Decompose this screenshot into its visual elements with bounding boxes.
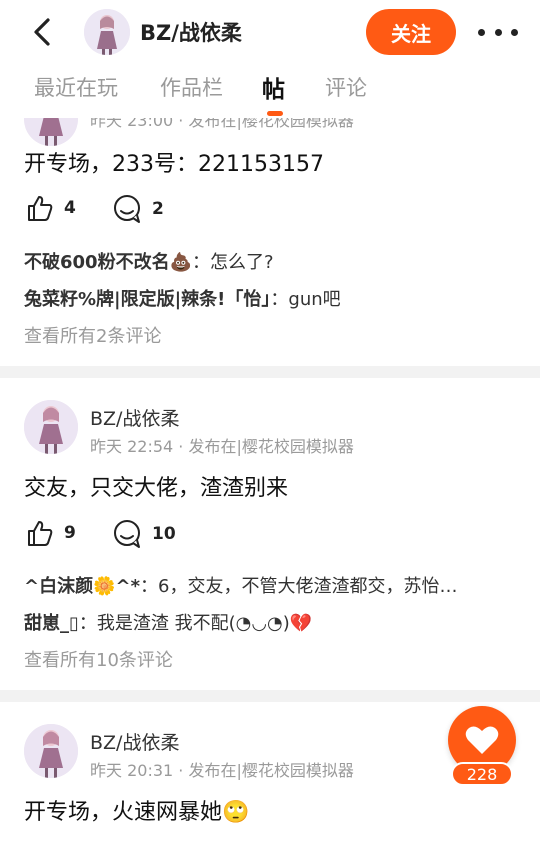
commenter-name[interactable]: 甜崽_▯ xyxy=(24,613,79,634)
like-button[interactable]: 9 xyxy=(26,519,76,547)
tab-works[interactable]: 作品栏 xyxy=(160,72,223,102)
comment-preview[interactable]: 甜崽_▯：我是渣渣 我不配(◔◡◔)💔 xyxy=(24,609,516,635)
post-card[interactable]: 昨天 23:00 · 发布在|樱花校园模拟器 开专场，233号：22115315… xyxy=(0,88,540,368)
post-author-avatar[interactable] xyxy=(24,724,78,778)
thumbs-up-icon xyxy=(28,521,53,546)
commenter-name[interactable]: 兔菜籽%牌|限定版|辣条!「怡」 xyxy=(24,289,270,310)
post-text: 开专场，火速网暴她🙄 xyxy=(24,800,250,825)
active-tab-indicator xyxy=(267,111,283,116)
comment-preview[interactable]: ^白沫颜🌼^*：6，交友，不管大佬渣渣都交，苏怡… xyxy=(24,572,516,598)
post-divider xyxy=(0,366,540,378)
more-button[interactable] xyxy=(478,20,518,44)
profile-title: BZ/战依柔 xyxy=(140,21,242,45)
like-count: 9 xyxy=(64,523,76,543)
comment-separator: ： xyxy=(192,252,210,273)
avatar-character-icon xyxy=(24,400,78,454)
post-author-name[interactable]: BZ/战依柔 xyxy=(90,728,179,755)
like-button[interactable]: 4 xyxy=(26,194,76,222)
comment-text: 怎么了? xyxy=(210,252,274,273)
view-all-comments-link[interactable]: 查看所有2条评论 xyxy=(24,322,161,348)
back-button[interactable] xyxy=(26,14,60,50)
comment-separator: ： xyxy=(270,289,289,310)
comment-text: 6，交友，不管大佬渣渣都交，苏怡… xyxy=(158,576,458,597)
post-author-avatar[interactable] xyxy=(24,400,78,454)
avatar-character-icon xyxy=(84,9,130,55)
comment-preview[interactable]: 不破600粉不改名💩：怎么了? xyxy=(24,248,516,274)
heart-icon xyxy=(465,726,499,754)
tab-bar: 最近在玩 作品栏 帖 评论 xyxy=(0,64,540,118)
comment-text: 我是渣渣 我不配(◔◡◔)💔 xyxy=(96,613,313,634)
post-text: 开专场，233号：221153157 xyxy=(24,152,324,177)
comment-text: gun吧 xyxy=(288,289,341,310)
commenter-name[interactable]: ^白沫颜🌼^* xyxy=(24,576,140,597)
view-all-comments-link[interactable]: 查看所有10条评论 xyxy=(24,646,173,672)
more-dots-icon xyxy=(478,28,485,36)
comment-separator: ： xyxy=(140,576,158,597)
tab-recently-played[interactable]: 最近在玩 xyxy=(34,72,118,102)
follow-button[interactable]: 关注 xyxy=(366,9,456,55)
post-text: 交友，只交大佬，渣渣别来 xyxy=(24,476,289,501)
comment-bubble-icon xyxy=(114,195,140,223)
post-divider xyxy=(0,690,540,702)
comment-separator: ： xyxy=(78,613,97,634)
tab-comments[interactable]: 评论 xyxy=(325,72,367,102)
post-meta: 昨天 22:54 · 发布在|樱花校园模拟器 xyxy=(90,437,354,456)
post-author-name[interactable]: BZ/战依柔 xyxy=(90,404,179,431)
chevron-left-icon xyxy=(34,18,50,46)
comment-button[interactable]: 10 xyxy=(112,519,176,549)
floating-like-count: 228 xyxy=(451,762,513,786)
comment-count: 2 xyxy=(152,199,164,219)
thumbs-up-icon xyxy=(28,196,53,221)
tab-posts[interactable]: 帖 xyxy=(262,70,285,104)
post-meta: 昨天 20:31 · 发布在|樱花校园模拟器 xyxy=(90,761,354,780)
profile-avatar[interactable] xyxy=(84,9,130,55)
commenter-name[interactable]: 不破600粉不改名💩 xyxy=(24,252,192,273)
comment-preview[interactable]: 兔菜籽%牌|限定版|辣条!「怡」：gun吧 xyxy=(24,285,516,311)
comment-button[interactable]: 2 xyxy=(112,194,164,224)
comment-count: 10 xyxy=(152,524,176,544)
avatar-character-icon xyxy=(24,724,78,778)
top-bar: BZ/战依柔 关注 xyxy=(0,0,540,64)
post-card[interactable]: BZ/战依柔 昨天 22:54 · 发布在|樱花校园模拟器 交友，只交大佬，渣渣… xyxy=(0,378,540,690)
like-count: 4 xyxy=(64,198,76,218)
comment-bubble-icon xyxy=(114,520,140,548)
